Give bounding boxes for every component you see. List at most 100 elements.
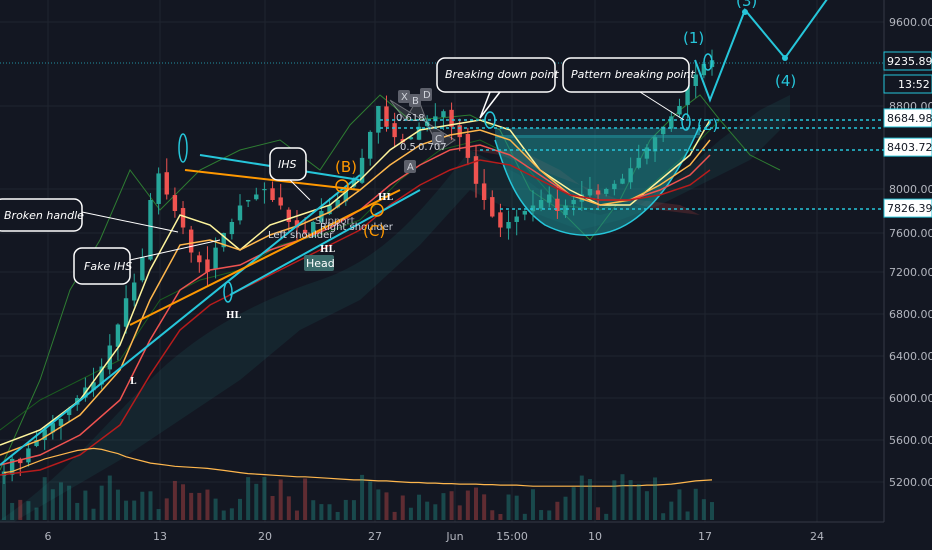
candle-body [148, 200, 153, 260]
price-tick-label: 7200.00 [889, 266, 932, 279]
volume-bar [351, 500, 356, 520]
volume-bar [441, 493, 446, 520]
volume-bar [612, 480, 617, 520]
volume-bar [506, 494, 511, 520]
volume-bar [303, 478, 308, 520]
candle-body [481, 183, 487, 200]
candle-body [115, 324, 121, 347]
volume-bar [539, 510, 544, 520]
harmonic-tag-b: B [409, 94, 421, 107]
wave-label-1: (1) [683, 29, 704, 47]
harmonic-tag-x: X [398, 90, 410, 103]
candle-body [604, 189, 609, 194]
volume-bar [522, 513, 527, 520]
callout-ihs-text: IHS [278, 158, 297, 171]
volume-bar [229, 508, 234, 520]
candle-body [262, 189, 267, 191]
harmonic-tag-d-text: D [423, 90, 431, 101]
volume-bar [58, 482, 63, 520]
candle-body [547, 194, 552, 203]
candle-body [123, 298, 129, 327]
candle-body [278, 197, 283, 206]
volume-bar [148, 491, 153, 520]
candle-body [229, 222, 235, 235]
price-tag-text: 8684.98 [887, 112, 932, 125]
price-tick-label: 5200.00 [889, 476, 932, 489]
wave-label-2: (2) [697, 116, 718, 134]
fib-label: 0.618 [396, 113, 425, 124]
candle-body [636, 157, 641, 168]
volume-bar [368, 481, 373, 520]
candle-body [245, 200, 251, 202]
candle-body [563, 205, 568, 216]
volume-bar [42, 477, 47, 520]
volume-bar [294, 510, 299, 520]
price-tick-label: 6000.00 [889, 392, 932, 405]
wave-label-c: (C) [363, 222, 385, 240]
candle-body [669, 116, 674, 129]
volume-bar [221, 510, 226, 520]
harmonic-tag-b-text: B [412, 96, 419, 107]
volume-bar [335, 511, 340, 520]
candle-body [286, 209, 292, 222]
marker-hl: HL [378, 193, 394, 203]
candle-body [156, 173, 161, 204]
volume-bar [482, 494, 487, 520]
volume-bar [319, 504, 324, 520]
time-tick-label: 20 [258, 530, 272, 543]
candle-body [620, 178, 625, 184]
volume-bar [376, 489, 381, 520]
candle-body [677, 106, 682, 115]
volume-bar [710, 502, 714, 520]
volume-bar [644, 491, 649, 520]
volume-bar [474, 487, 478, 520]
volume-bar [417, 494, 422, 520]
volume-bar [579, 475, 584, 520]
candle-body [140, 257, 145, 281]
callout-pattern-breaking-text: Pattern breaking point [571, 68, 695, 81]
volume-bar [384, 492, 389, 520]
volume-bar [514, 495, 519, 520]
candle-body [164, 172, 169, 195]
candle-body [172, 195, 178, 211]
volume-bar [270, 496, 275, 520]
marker-hl: HL [226, 311, 242, 321]
volume-bar [172, 480, 177, 520]
chart-canvas[interactable]: Broken handle Fake IHS IHS Breaking down… [0, 0, 932, 550]
volume-bar [465, 490, 470, 520]
candle-body [490, 197, 495, 217]
candle-body [26, 448, 31, 463]
time-tick-label: 6 [45, 530, 52, 543]
time-tick-label: 27 [368, 530, 382, 543]
marker-l: L [130, 377, 137, 387]
volume-bar [26, 501, 31, 520]
volume-bar [156, 509, 161, 520]
volume-bar [457, 505, 462, 520]
volume-bar [99, 485, 104, 520]
volume-bar [677, 489, 682, 520]
price-tag-text: 7826.39 [887, 202, 932, 215]
volume-bar [50, 489, 55, 520]
callout-fake-ihs-text: Fake IHS [84, 260, 132, 273]
volume-bar [181, 484, 186, 520]
volume-bar [360, 474, 365, 520]
price-tag-text: 9235.89 [887, 55, 932, 68]
volume-bar [433, 504, 438, 520]
candle-body [132, 282, 137, 301]
volume-bar [661, 513, 666, 520]
volume-bar [2, 475, 6, 520]
volume-bar [205, 489, 210, 520]
volume-bar [628, 480, 633, 520]
candle-body [213, 247, 218, 270]
candle-body [197, 255, 202, 263]
volume-bar [246, 477, 251, 520]
volume-bar [91, 508, 96, 520]
volume-bar [693, 488, 698, 520]
volume-bar [10, 502, 15, 520]
wave-label-4: (4) [775, 72, 796, 90]
volume-bar [18, 499, 23, 520]
volume-bar [164, 498, 169, 520]
volume-bar [604, 513, 609, 520]
time-tick-label: 10 [588, 530, 602, 543]
volume-bar [392, 511, 397, 520]
